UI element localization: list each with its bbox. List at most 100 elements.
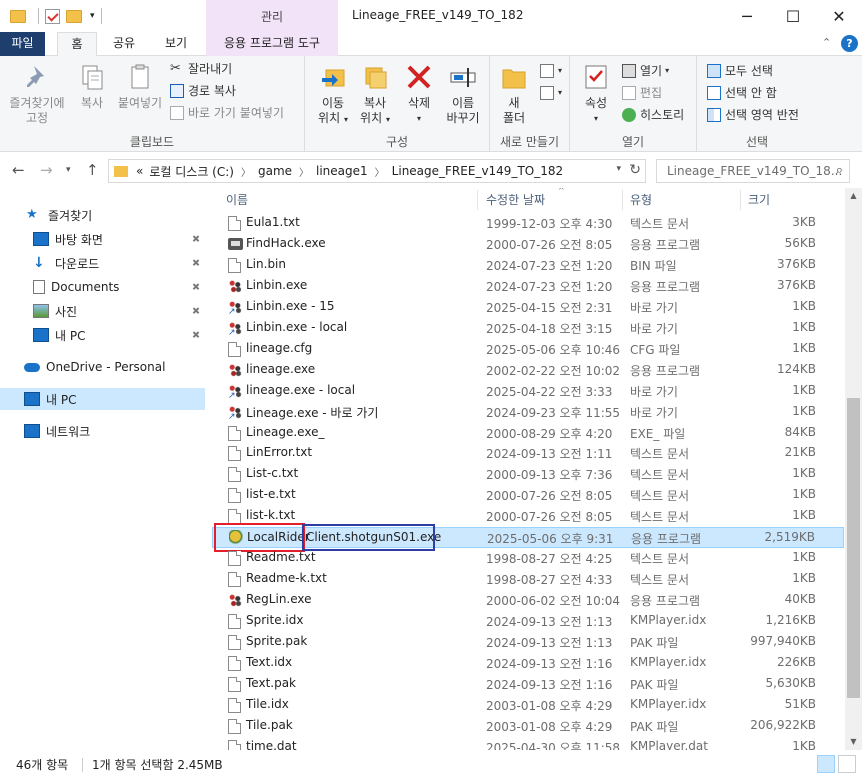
file-row[interactable]: LocalRider Client.shotgunS01.exe 2025-05-0… [212,523,844,553]
tab-file[interactable]: 파일 [0,32,45,56]
column-header-size[interactable]: 크기 [748,188,770,212]
breadcrumb-current-folder[interactable]: Lineage_FREE_v149_TO_182 [392,164,563,178]
file-row[interactable]: lineage.cfg 2025-05-06 오후 10:46 CFG 파일 1KB [212,339,844,360]
new-folder-icon[interactable] [66,9,82,23]
edit-button[interactable]: 편집 [622,84,662,102]
help-icon[interactable]: ? [841,35,858,52]
nav-this-pc-pinned[interactable]: 내 PC ✚ [0,324,205,346]
file-row[interactable]: LinError.txt 2024-09-13 오전 1:11 텍스트 문서 21KB [212,443,844,464]
minimize-button[interactable]: ─ [724,0,770,32]
tab-app-tools[interactable]: 응용 프로그램 도구 [206,32,338,56]
nav-onedrive[interactable]: OneDrive - Personal [0,356,205,378]
file-row[interactable]: Sprite.pak 2024-09-13 오전 1:13 PAK 파일 997,94… [212,632,844,653]
pin-icon[interactable]: ✚ [188,280,202,294]
rename-button[interactable]: 이름 바꾸기 [443,62,483,126]
tab-share[interactable]: 공유 [102,32,146,56]
file-row[interactable]: Text.pak 2024-09-13 오전 1:16 PAK 파일 5,630KB [212,674,844,695]
forward-arrow-icon[interactable]: → [40,161,53,179]
invert-selection-button[interactable]: 선택 영역 반전 [707,106,799,124]
properties-icon[interactable] [45,8,60,24]
pin-icon[interactable]: ✚ [188,304,202,318]
column-divider[interactable] [740,190,741,210]
pin-quick-access-button[interactable]: 즐겨찾기에 고정 [6,62,68,126]
file-row[interactable]: Linbin.exe 2024-07-23 오전 1:20 응용 프로그램 376KB [212,276,844,297]
back-arrow-icon[interactable]: ← [12,161,25,179]
file-row[interactable]: lineage.exe - local 2025-04-22 오전 3:33 바로 … [212,381,844,402]
column-header-date[interactable]: 수정한 날짜 [486,188,545,212]
breadcrumb-game[interactable]: game [258,164,292,178]
pin-icon[interactable]: ✚ [188,232,202,246]
column-header-type[interactable]: 유형 [630,188,652,212]
cut-button[interactable]: ✂ 잘라내기 [170,60,232,78]
history-button[interactable]: 히스토리 [622,106,684,124]
new-folder-button[interactable]: 새 폴더 [496,62,532,126]
maximize-button[interactable]: ☐ [770,0,816,32]
file-row[interactable]: Lineage.exe_ 2000-08-29 오후 4:20 EXE_ 파일 84K… [212,423,844,444]
nav-downloads[interactable]: ↓ 다운로드 ✚ [0,252,205,274]
nav-desktop[interactable]: 바탕 화면 ✚ [0,228,205,250]
nav-quick-access[interactable]: ★ 즐겨찾기 [0,204,205,226]
chevron-right-icon[interactable]: 〉 [375,164,385,179]
properties-button[interactable]: 속성 ▾ [576,62,616,126]
chevron-down-icon[interactable]: ▾ [90,11,95,21]
file-row[interactable]: Tile.pak 2003-01-08 오후 4:29 PAK 파일 206,922K… [212,716,844,737]
breadcrumb-local-disk[interactable]: 로컬 디스크 (C:) [149,163,234,180]
pin-icon[interactable]: ✚ [188,328,202,342]
open-button[interactable]: 열기 ▾ [622,62,669,80]
large-icons-view-icon[interactable] [838,755,856,773]
file-row[interactable]: lineage.exe 2002-02-22 오전 10:02 응용 프로그램 124… [212,360,844,381]
move-to-button[interactable]: 이동 위치 ▾ [313,62,353,127]
file-row[interactable]: time.dat 2025-04-30 오후 11:58 KMPlayer.dat 1… [212,737,844,750]
nav-pictures[interactable]: 사진 ✚ [0,300,205,322]
file-row[interactable]: Lin.bin 2024-07-23 오전 1:20 BIN 파일 376KB [212,255,844,276]
file-row[interactable]: Readme.txt 1998-08-27 오전 4:25 텍스트 문서 1KB [212,548,844,569]
nav-documents[interactable]: Documents ✚ [0,276,205,298]
copy-path-button[interactable]: 경로 복사 [170,82,236,100]
breadcrumb-overflow[interactable]: « [136,164,143,178]
file-row[interactable]: Eula1.txt 1999-12-03 오후 4:30 텍스트 문서 3KB [212,213,844,234]
nav-network[interactable]: 네트워크 [0,420,205,442]
file-row[interactable]: Linbin.exe - 15 2025-04-15 오전 2:31 바로 가기 1K… [212,297,844,318]
pin-icon[interactable]: ✚ [188,256,202,270]
scroll-down-arrow-icon[interactable]: ▼ [845,734,862,750]
details-view-icon[interactable] [817,755,835,773]
file-row[interactable]: Sprite.idx 2024-09-13 오전 1:13 KMPlayer.idx… [212,611,844,632]
file-row[interactable]: Lineage.exe - 바로 가기 2024-09-23 오후 11:55 바로… [212,402,844,423]
file-row[interactable]: Text.idx 2024-09-13 오전 1:16 KMPlayer.idx 22… [212,653,844,674]
breadcrumb-lineage1[interactable]: lineage1 [316,164,368,178]
scrollbar-thumb[interactable] [847,398,860,698]
tab-view[interactable]: 보기 [152,32,200,56]
file-row[interactable]: Readme-k.txt 1998-08-27 오전 4:33 텍스트 문서 1KB [212,569,844,590]
close-button[interactable]: ✕ [816,0,862,32]
file-row[interactable]: list-e.txt 2000-07-26 오전 8:05 텍스트 문서 1KB [212,485,844,506]
search-input[interactable]: Lineage_FREE_v149_TO_18... ⌕ [656,159,850,183]
file-row[interactable]: Tile.idx 2003-01-08 오후 4:29 KMPlayer.idx 51… [212,695,844,716]
column-divider[interactable] [622,190,623,210]
file-row[interactable]: FindHack.exe 2000-07-26 오전 8:05 응용 프로그램 56K… [212,234,844,255]
file-row[interactable]: Linbin.exe - local 2025-04-18 오전 3:15 바로 가… [212,318,844,339]
chevron-right-icon[interactable]: 〉 [241,164,251,179]
delete-button[interactable]: 삭제 ▾ [401,62,437,126]
new-item-button[interactable]: ▾ [540,62,562,80]
address-bar[interactable]: « 로컬 디스크 (C:) 〉 game 〉 lineage1 〉 Lineag… [108,159,646,183]
paste-button[interactable]: 붙여넣기 [114,62,166,111]
chevron-down-icon[interactable]: ▾ [616,164,621,174]
up-arrow-icon[interactable]: ↑ [86,161,99,179]
chevron-right-icon[interactable]: 〉 [299,164,309,179]
vertical-scrollbar[interactable]: ▲ ▼ [845,188,862,750]
copy-button[interactable]: 복사 [72,62,112,111]
scroll-up-arrow-icon[interactable]: ▲ [845,188,862,204]
collapse-ribbon-icon[interactable]: ⌃ [822,36,831,49]
refresh-icon[interactable]: ↻ [629,162,641,178]
file-row[interactable]: RegLin.exe 2000-06-02 오전 10:04 응용 프로그램 40KB [212,590,844,611]
paste-shortcut-button[interactable]: 바로 가기 붙여넣기 [170,104,284,122]
recent-locations-chevron-icon[interactable]: ▾ [66,165,71,175]
select-none-button[interactable]: 선택 안 함 [707,84,777,102]
select-all-button[interactable]: 모두 선택 [707,62,773,80]
file-row[interactable]: List-c.txt 2000-09-13 오후 7:36 텍스트 문서 1KB [212,464,844,485]
easy-access-button[interactable]: ▾ [540,84,562,102]
nav-this-pc[interactable]: 내 PC [0,388,205,410]
column-divider[interactable] [477,190,478,210]
tab-home[interactable]: 홈 [57,32,97,57]
column-header-name[interactable]: 이름 [226,188,248,212]
